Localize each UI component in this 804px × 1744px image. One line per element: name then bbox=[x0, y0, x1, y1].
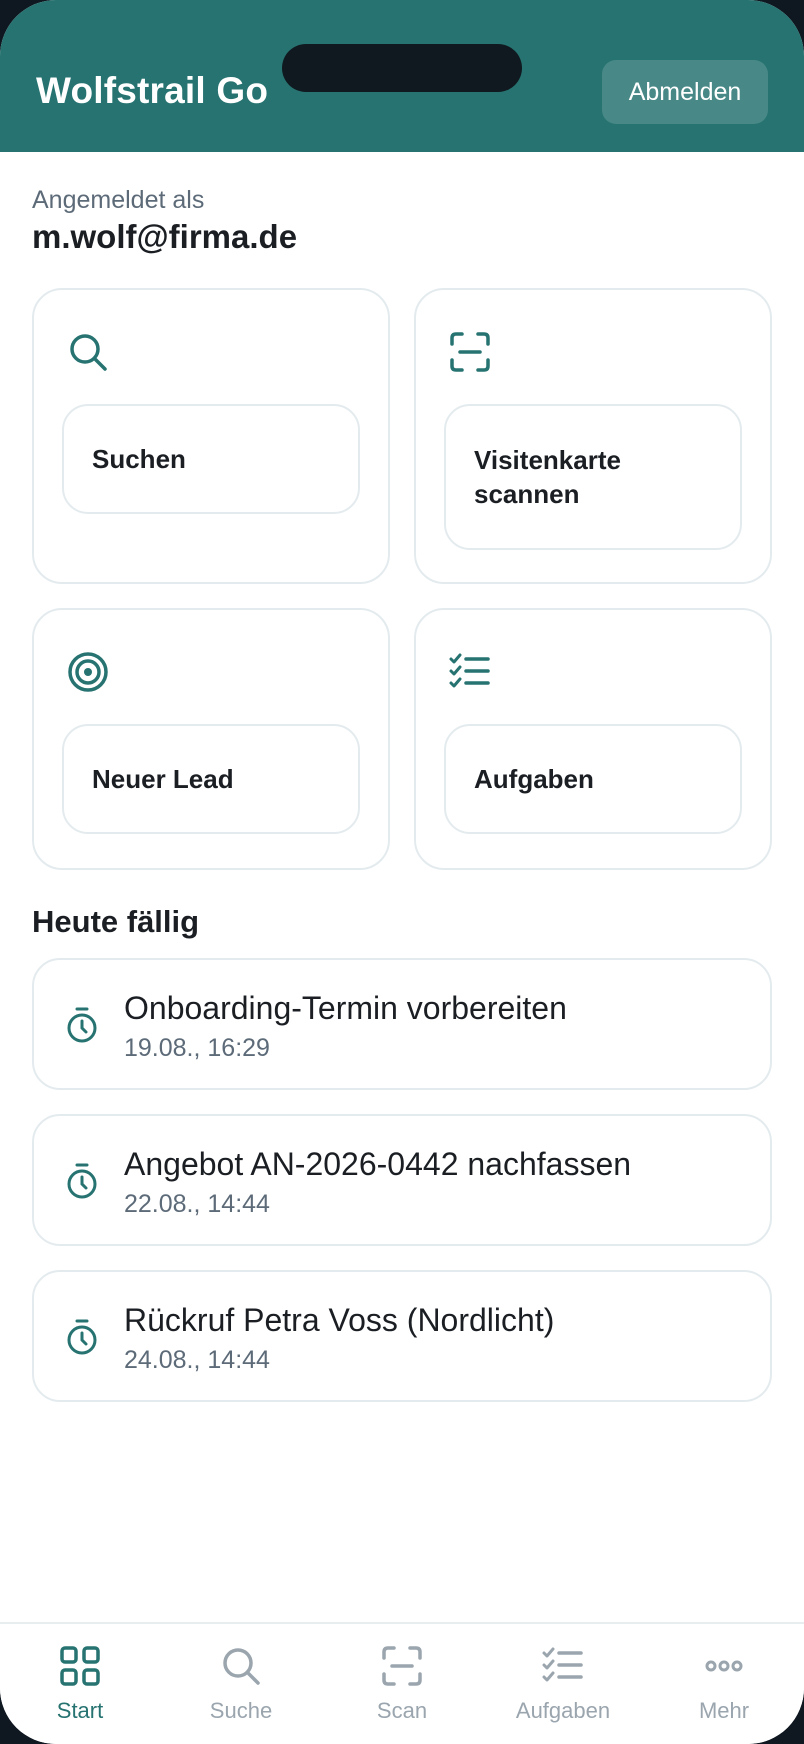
grid-icon bbox=[60, 1646, 100, 1686]
tile-search[interactable]: Suchen bbox=[32, 288, 390, 584]
tab-search[interactable]: Suche bbox=[161, 1624, 321, 1744]
tile-tasks[interactable]: Aufgaben bbox=[414, 608, 772, 870]
tile-scan-card[interactable]: Visitenkarte scannen bbox=[414, 288, 772, 584]
tab-start[interactable]: Start bbox=[0, 1624, 160, 1744]
task-item[interactable]: Rückruf Petra Voss (Nordlicht) 24.08., 1… bbox=[32, 1270, 772, 1402]
search-icon bbox=[70, 334, 107, 371]
search-icon bbox=[223, 1648, 260, 1685]
bottom-tab-bar: Start Suche Scan Aufgaben Mehr bbox=[0, 1622, 804, 1744]
tab-label: Scan bbox=[376, 1698, 428, 1723]
due-today-title: Heute fällig bbox=[32, 904, 200, 939]
logout-button[interactable]: Abmelden bbox=[602, 60, 768, 124]
tab-label: Mehr bbox=[698, 1698, 750, 1723]
task-title: Onboarding-Termin vorbereiten bbox=[124, 990, 567, 1026]
checklist-icon bbox=[542, 1647, 583, 1682]
tile-new-lead[interactable]: Neuer Lead bbox=[32, 608, 390, 870]
scan-icon bbox=[382, 1646, 422, 1686]
task-title: Rückruf Petra Voss (Nordlicht) bbox=[124, 1302, 555, 1338]
new-lead-button[interactable]: Neuer Lead bbox=[62, 724, 360, 834]
task-item[interactable]: Angebot AN-2026-0442 nachfassen 22.08., … bbox=[32, 1114, 772, 1246]
task-title: Angebot AN-2026-0442 nachfassen bbox=[124, 1146, 632, 1182]
search-button[interactable]: Suchen bbox=[62, 404, 360, 514]
task-time: 24.08., 14:44 bbox=[124, 1346, 270, 1374]
camera-notch bbox=[282, 44, 522, 92]
tab-label: Start bbox=[56, 1698, 104, 1723]
logged-in-label: Angemeldet als bbox=[32, 186, 205, 214]
timer-icon bbox=[67, 1007, 97, 1043]
app-title: Wolfstrail Go bbox=[36, 70, 269, 111]
scan-icon bbox=[450, 332, 490, 372]
app-screen: Wolfstrail Go Abmelden Angemeldet als m.… bbox=[0, 0, 804, 1744]
tab-more[interactable]: Mehr bbox=[644, 1624, 804, 1744]
tab-tasks[interactable]: Aufgaben bbox=[483, 1624, 643, 1744]
target-icon bbox=[68, 652, 108, 692]
task-time: 19.08., 16:29 bbox=[124, 1034, 270, 1062]
tab-scan[interactable]: Scan bbox=[322, 1624, 482, 1744]
timer-icon bbox=[67, 1163, 97, 1199]
tab-label: Aufgaben bbox=[515, 1698, 611, 1723]
scan-card-button[interactable]: Visitenkarte scannen bbox=[444, 404, 742, 550]
user-email: m.wolf@firma.de bbox=[32, 218, 298, 255]
more-icon bbox=[705, 1660, 743, 1672]
timer-icon bbox=[67, 1319, 97, 1355]
tasks-button[interactable]: Aufgaben bbox=[444, 724, 742, 834]
task-time: 22.08., 14:44 bbox=[124, 1190, 270, 1218]
checklist-icon bbox=[449, 653, 490, 688]
tab-label: Suche bbox=[209, 1698, 273, 1723]
task-item[interactable]: Onboarding-Termin vorbereiten 19.08., 16… bbox=[32, 958, 772, 1090]
